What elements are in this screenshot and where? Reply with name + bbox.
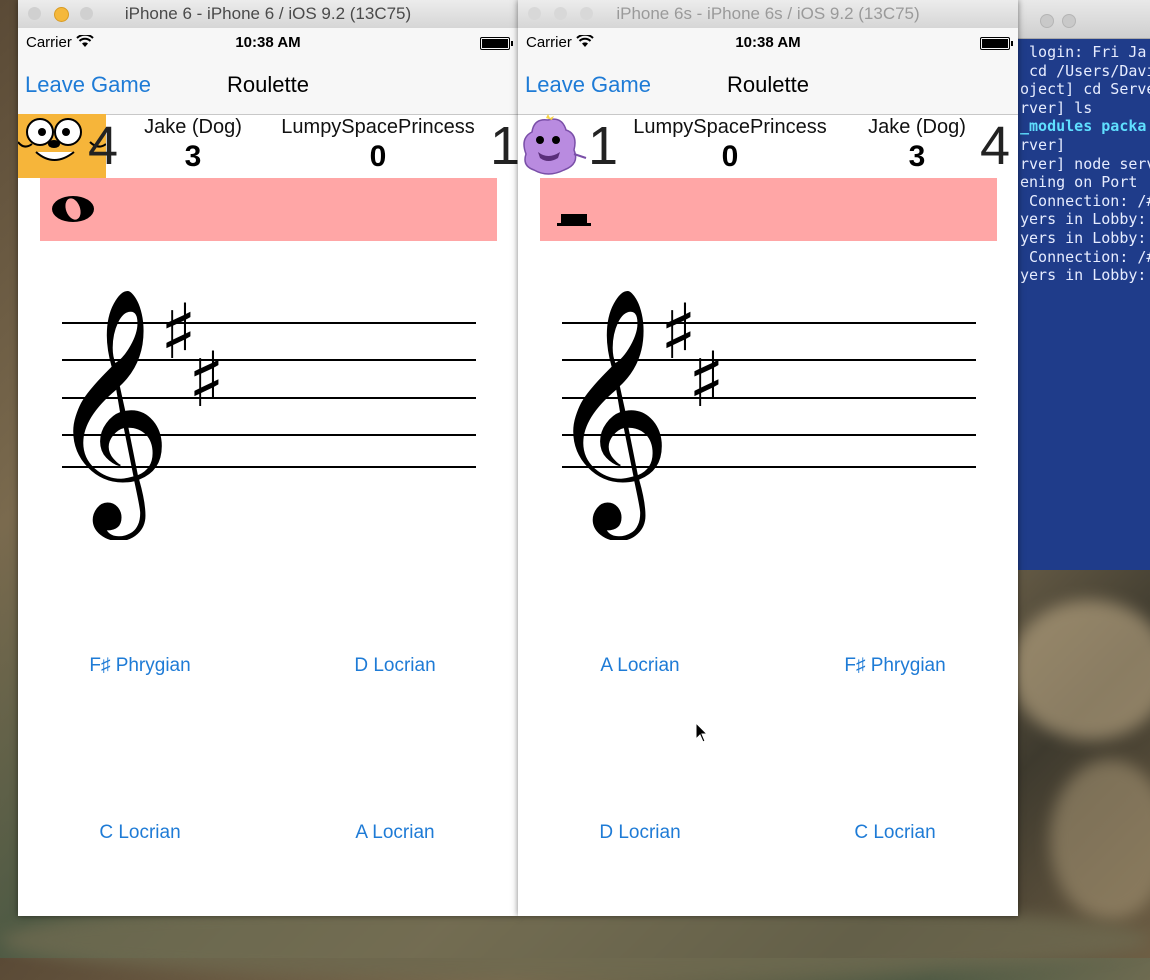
terminal-line: cd /Users/Davi: [1020, 61, 1150, 80]
treble-clef-icon: 𝄞: [548, 285, 672, 540]
answer-button[interactable]: A Locrian: [540, 655, 740, 677]
terminal-line: rver] node serv: [1020, 154, 1150, 173]
minimize-window-button[interactable]: [554, 7, 567, 20]
opponent-score: 0: [369, 140, 387, 173]
terminal-line: yers in Lobby:: [1020, 266, 1147, 285]
terminal-line: rver] ls: [1020, 98, 1093, 117]
terminal-line: Connection: /#: [1020, 191, 1150, 210]
opponent-name: Jake (Dog): [868, 116, 966, 138]
minimize-window-button[interactable]: [54, 7, 69, 22]
close-window-button[interactable]: [28, 7, 41, 20]
opponent-score: 3: [908, 140, 926, 173]
terminal-line: ening on Port: [1020, 173, 1138, 192]
answer-button[interactable]: A Locrian: [295, 822, 495, 844]
terminal-titlebar[interactable]: [1000, 0, 1150, 39]
answer-button[interactable]: D Locrian: [295, 655, 495, 677]
music-staff: 𝄞 ♯ ♯: [48, 285, 476, 540]
background-texture: [1010, 600, 1150, 740]
answer-button[interactable]: F♯ Phrygian: [795, 655, 995, 677]
terminal-window-button[interactable]: [1062, 14, 1076, 28]
whole-note-icon: [52, 196, 94, 222]
lsp-avatar: [518, 114, 588, 178]
zoom-window-button[interactable]: [580, 7, 593, 20]
answer-button[interactable]: D Locrian: [540, 822, 740, 844]
opponent-lives: 1: [490, 116, 521, 176]
note-display-box: [540, 178, 997, 241]
terminal-line: Connection: /#: [1020, 247, 1150, 266]
terminal-line: oject] cd Serve: [1020, 80, 1150, 99]
half-rest-icon: [557, 214, 591, 226]
scoreboard: 1 LumpySpacePrincess 0 Jake (Dog) 3 4: [518, 114, 1018, 178]
window-titlebar[interactable]: iPhone 6 - iPhone 6 / iOS 9.2 (13C75): [18, 0, 518, 29]
nav-title: Roulette: [727, 72, 809, 97]
nav-title: Roulette: [227, 72, 309, 97]
zoom-window-button[interactable]: [80, 7, 93, 20]
terminal-output: login: Fri Ja cd /Users/Davi oject] cd Se…: [1000, 39, 1150, 285]
status-time: 10:38 AM: [235, 34, 301, 51]
scoreboard: 4 Jake (Dog) 3 LumpySpacePrincess 0 1: [18, 114, 521, 178]
simulator-window-iphone6[interactable]: iPhone 6 - iPhone 6 / iOS 9.2 (13C75) Ca…: [18, 0, 521, 916]
answer-button[interactable]: C Locrian: [40, 822, 240, 844]
terminal-window-button[interactable]: [1040, 14, 1054, 28]
simulator-window-iphone6s[interactable]: iPhone 6s - iPhone 6s / iOS 9.2 (13C75) …: [518, 0, 1018, 916]
opponent-lives: 4: [980, 116, 1011, 176]
mouse-cursor-icon: [695, 722, 709, 743]
battery-nub: [511, 41, 513, 46]
answer-button[interactable]: F♯ Phrygian: [40, 655, 240, 677]
my-score: 3: [184, 140, 202, 173]
window-titlebar[interactable]: iPhone 6s - iPhone 6s / iOS 9.2 (13C75): [518, 0, 1018, 29]
music-staff: 𝄞 ♯ ♯: [548, 285, 976, 540]
navigation-bar: Leave Game Roulette: [518, 56, 1018, 115]
terminal-line: yers in Lobby:: [1020, 228, 1147, 247]
terminal-line: _modules packa: [1020, 117, 1147, 136]
treble-clef-icon: 𝄞: [48, 285, 172, 540]
my-player-name: Jake (Dog): [144, 116, 242, 138]
my-player-name: LumpySpacePrincess: [633, 116, 827, 138]
my-lives: 4: [88, 116, 119, 176]
status-bar: Carrier 10:38 AM: [18, 28, 518, 56]
lumpy-space-princess-icon: [523, 114, 587, 175]
terminal-line: login: Fri Ja: [1020, 43, 1147, 61]
background-texture: [1050, 760, 1150, 920]
status-bar: Carrier 10:38 AM: [518, 28, 1018, 56]
my-score: 0: [721, 140, 739, 173]
battery-nub: [1011, 41, 1013, 46]
my-lives: 1: [588, 116, 619, 176]
window-title: iPhone 6s - iPhone 6s / iOS 9.2 (13C75): [616, 4, 920, 23]
battery-icon: [480, 37, 510, 50]
terminal-line: yers in Lobby:: [1020, 210, 1147, 229]
close-window-button[interactable]: [528, 7, 541, 20]
sharp-icon: ♯: [688, 335, 725, 424]
sharp-icon: ♯: [188, 335, 225, 424]
terminal-window[interactable]: login: Fri Ja cd /Users/Davi oject] cd Se…: [1000, 0, 1150, 570]
navigation-bar: Leave Game Roulette: [18, 56, 518, 115]
status-time: 10:38 AM: [735, 34, 801, 51]
opponent-name: LumpySpacePrincess: [281, 116, 475, 138]
note-display-box: [40, 178, 497, 241]
battery-icon: [980, 37, 1010, 50]
window-title: iPhone 6 - iPhone 6 / iOS 9.2 (13C75): [124, 4, 412, 23]
answer-button[interactable]: C Locrian: [795, 822, 995, 844]
terminal-line: rver]: [1020, 135, 1066, 154]
